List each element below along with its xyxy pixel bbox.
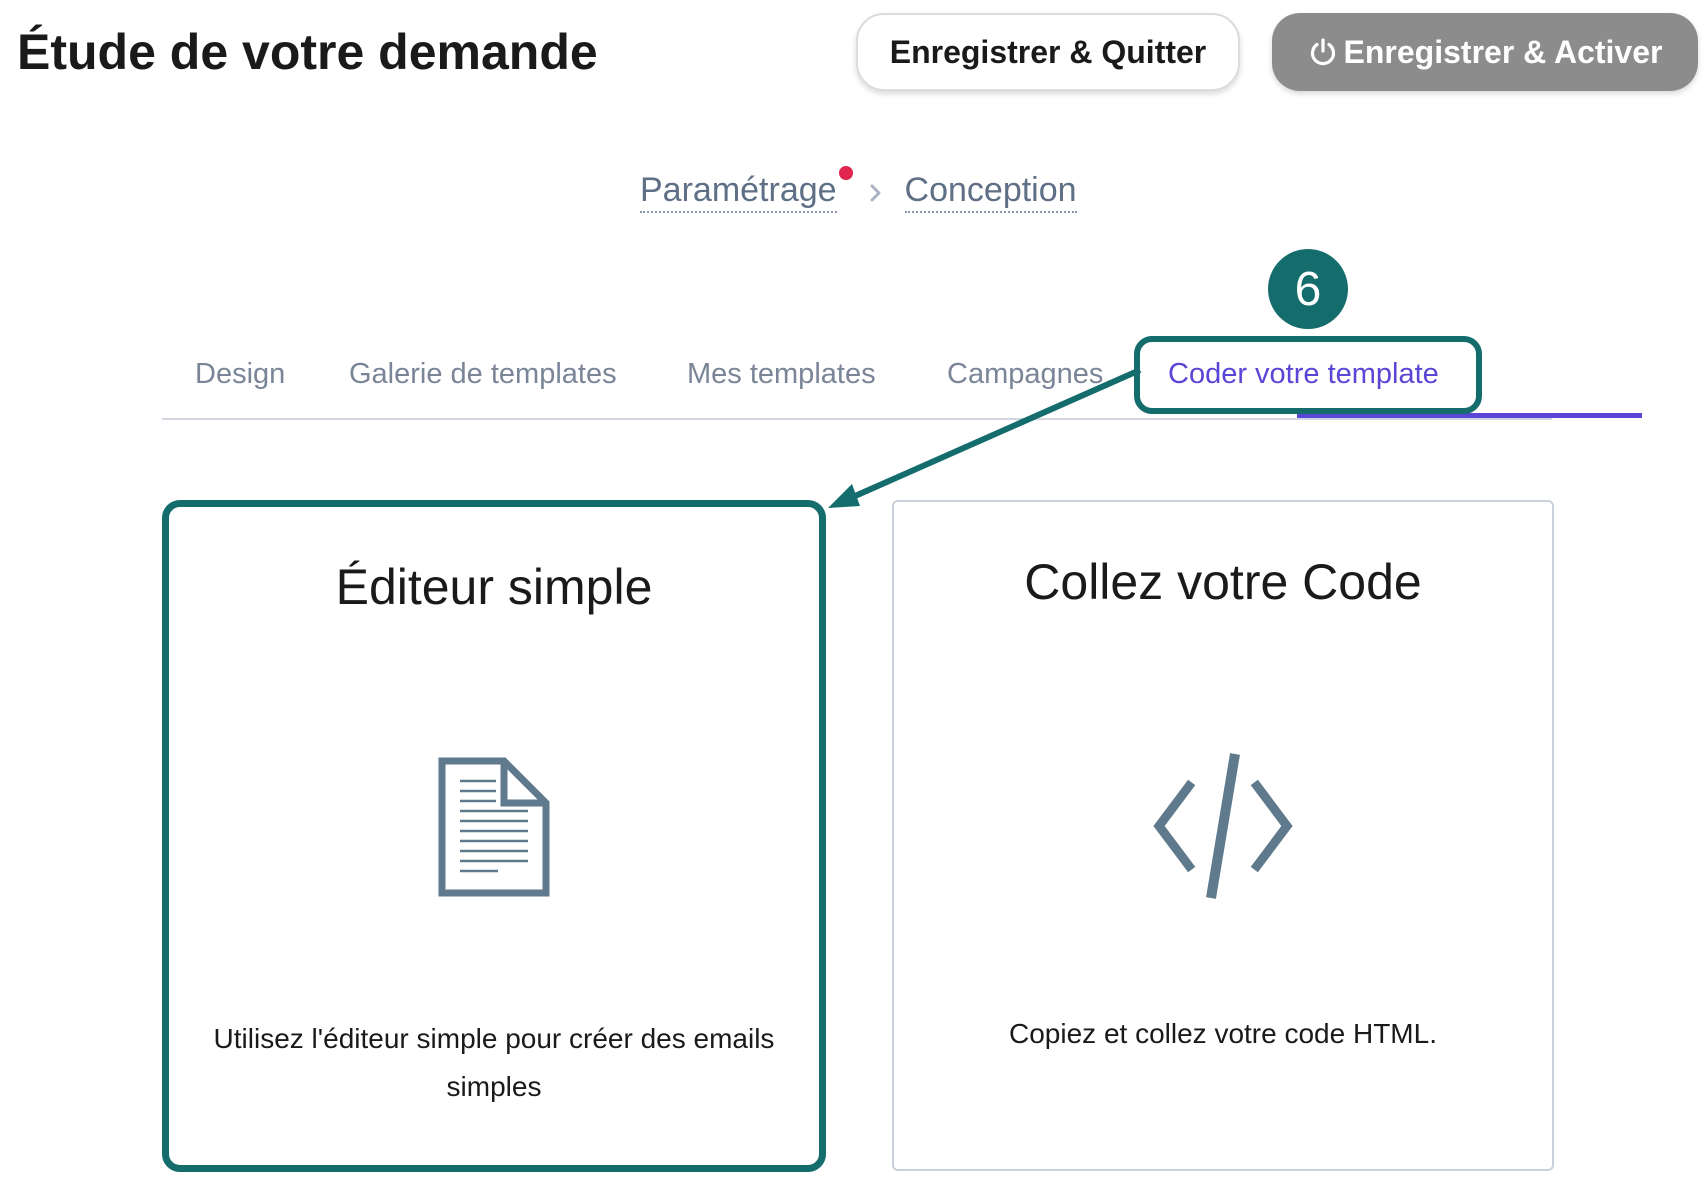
breadcrumb-item-conception[interactable]: Conception: [904, 171, 1077, 214]
step-number-badge: 6: [1268, 249, 1348, 329]
breadcrumb-item-parametrage[interactable]: Paramétrage: [640, 166, 853, 214]
breadcrumb-label: Paramétrage: [640, 171, 837, 209]
code-icon: [1153, 753, 1293, 899]
save-and-activate-label: Enregistrer & Activer: [1343, 33, 1663, 70]
document-icon: [438, 757, 550, 897]
breadcrumb: Paramétrage Conception: [640, 166, 1077, 214]
paste-code-card[interactable]: Collez votre Code Copiez et collez votre…: [892, 500, 1554, 1171]
tab-my-templates[interactable]: Mes templates: [687, 358, 876, 391]
card-description: Utilisez l'éditeur simple pour créer des…: [213, 1023, 775, 1102]
alert-dot: [838, 166, 853, 180]
tab-design[interactable]: Design: [195, 358, 285, 391]
tab-template-gallery[interactable]: Galerie de templates: [349, 358, 617, 391]
tab-campaigns[interactable]: Campagnes: [947, 358, 1103, 391]
card-description: Copiez et collez votre code HTML.: [1009, 1018, 1437, 1049]
save-and-activate-button[interactable]: Enregistrer & Activer: [1272, 13, 1698, 91]
card-title: Collez votre Code: [1024, 554, 1422, 610]
breadcrumb-label: Conception: [904, 171, 1077, 209]
template-tabs: Design Galerie de templates Mes template…: [162, 352, 1642, 420]
save-and-quit-label: Enregistrer & Quitter: [889, 33, 1207, 70]
page-title: Étude de votre demande: [17, 24, 598, 80]
card-title: Éditeur simple: [335, 559, 653, 615]
tab-code-your-template[interactable]: Coder votre template: [1168, 358, 1439, 391]
active-tab-indicator: [1297, 413, 1642, 418]
chevron-right-icon: [870, 184, 881, 202]
save-and-quit-button[interactable]: Enregistrer & Quitter: [856, 13, 1240, 91]
simple-editor-card[interactable]: Éditeur simple Utilisez l'éditeur simple…: [162, 500, 826, 1172]
power-icon: [1310, 38, 1335, 66]
